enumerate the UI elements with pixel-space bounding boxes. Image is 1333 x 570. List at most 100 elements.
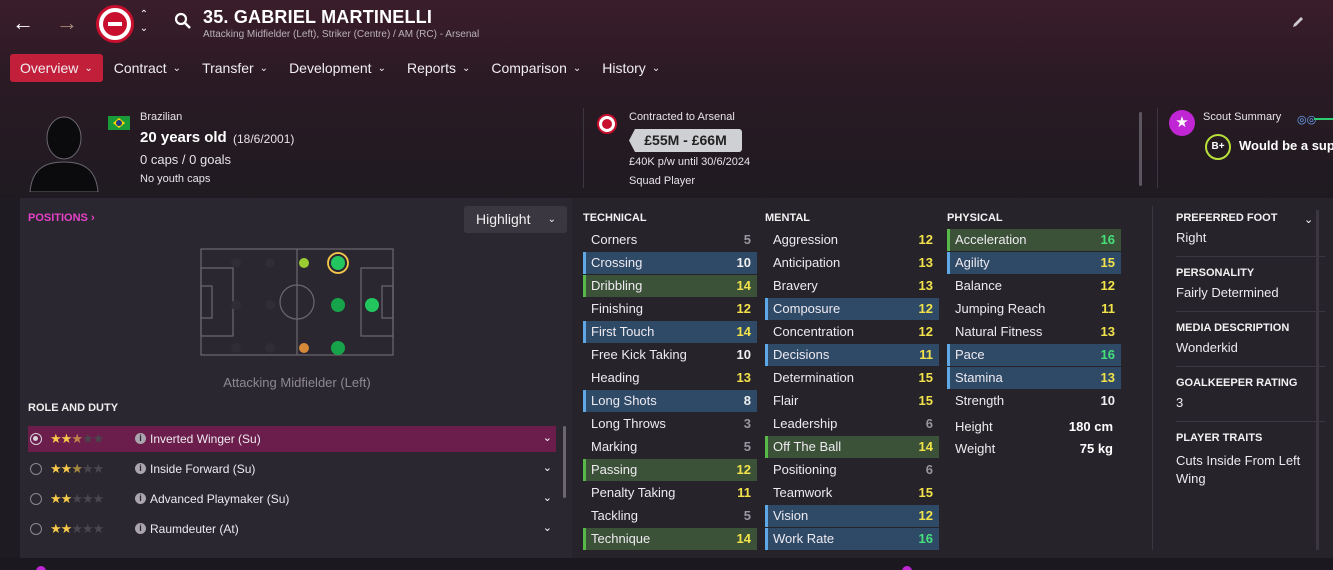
attribute-row[interactable]: Balance 12 bbox=[947, 275, 1121, 297]
attribute-value: 12 bbox=[1100, 278, 1115, 293]
tab-comparison[interactable]: Comparison ⌄ bbox=[481, 54, 591, 82]
club-crest-icon[interactable] bbox=[96, 5, 134, 43]
media-description-heading: MEDIA DESCRIPTION bbox=[1176, 322, 1290, 334]
role-duty-heading: ROLE AND DUTY bbox=[28, 402, 119, 414]
attribute-row[interactable]: Jumping Reach 11 bbox=[947, 298, 1121, 320]
role-row[interactable]: ★★★★★ i Inverted Winger (Su) ⌄ bbox=[28, 426, 556, 452]
role-row[interactable]: ★★★★★ i Advanced Playmaker (Su) ⌄ bbox=[28, 486, 556, 512]
attribute-name: Finishing bbox=[591, 301, 644, 316]
attribute-row[interactable]: Natural Fitness 13 bbox=[947, 321, 1121, 343]
attribute-row[interactable]: Marking 5 bbox=[583, 436, 757, 458]
attribute-row[interactable]: Heading 13 bbox=[583, 367, 757, 389]
attribute-row[interactable]: Passing 12 bbox=[583, 459, 757, 481]
info-icon[interactable]: i bbox=[135, 433, 146, 444]
search-icon[interactable] bbox=[174, 12, 192, 30]
attribute-value: 13 bbox=[918, 278, 933, 293]
attribute-row[interactable]: Long Throws 3 bbox=[583, 413, 757, 435]
role-radio[interactable] bbox=[30, 493, 42, 505]
attribute-value: 13 bbox=[736, 370, 751, 385]
attribute-row[interactable]: Composure 12 bbox=[765, 298, 939, 320]
tab-reports[interactable]: Reports ⌄ bbox=[397, 54, 480, 82]
role-radio[interactable] bbox=[30, 463, 42, 475]
star-badge-icon: ★ bbox=[1169, 110, 1195, 136]
attribute-row[interactable]: Positioning 6 bbox=[765, 459, 939, 481]
role-radio[interactable] bbox=[30, 433, 42, 445]
weight-value: 75 kg bbox=[1079, 441, 1113, 456]
attribute-name: Passing bbox=[591, 462, 638, 477]
attribute-row[interactable]: Strength 10 bbox=[947, 390, 1121, 412]
attribute-name: Dribbling bbox=[591, 278, 643, 293]
attribute-name: Long Throws bbox=[591, 416, 666, 431]
positions-heading[interactable]: POSITIONS › bbox=[28, 212, 95, 224]
attribute-row[interactable]: Acceleration 16 bbox=[947, 229, 1121, 251]
divider bbox=[1176, 256, 1325, 257]
attribute-row[interactable]: Free Kick Taking 10 bbox=[583, 344, 757, 366]
info-icon[interactable]: i bbox=[135, 523, 146, 534]
role-row[interactable]: ★★★★★ i Inside Forward (Su) ⌄ bbox=[28, 456, 556, 482]
attribute-row[interactable]: Concentration 12 bbox=[765, 321, 939, 343]
attribute-row[interactable]: Stamina 13 bbox=[947, 367, 1121, 389]
attribute-row[interactable]: First Touch 14 bbox=[583, 321, 757, 343]
attribute-name: Aggression bbox=[773, 232, 839, 247]
tab-contract[interactable]: Contract ⌄ bbox=[104, 54, 191, 82]
attribute-row[interactable]: Flair 15 bbox=[765, 390, 939, 412]
attribute-row[interactable]: Long Shots 8 bbox=[583, 390, 757, 412]
tab-history[interactable]: History ⌄ bbox=[592, 54, 670, 82]
role-row[interactable]: ★★★★★ i Raumdeuter (At) ⌄ bbox=[28, 516, 556, 542]
attribute-row[interactable]: Determination 15 bbox=[765, 367, 939, 389]
chevron-down-icon[interactable]: ⌄ bbox=[543, 491, 552, 504]
edit-icon[interactable] bbox=[1290, 14, 1306, 30]
attribute-row[interactable]: Vision 12 bbox=[765, 505, 939, 527]
attribute-name: Agility bbox=[955, 255, 990, 270]
transfer-value-tag[interactable]: £55M - £66M bbox=[629, 129, 742, 152]
forward-arrow-icon[interactable]: → bbox=[54, 10, 80, 36]
attribute-row[interactable]: Crossing 10 bbox=[583, 252, 757, 274]
role-scrollbar[interactable] bbox=[563, 426, 566, 498]
highlight-dropdown[interactable]: Highlight ⌄ bbox=[464, 206, 567, 233]
attribute-value: 11 bbox=[737, 485, 751, 500]
chevron-down-icon[interactable]: ⌄ bbox=[1304, 213, 1313, 226]
crest-switch-icon[interactable]: ⌃ ⌄ bbox=[138, 8, 150, 36]
chevron-down-icon[interactable]: ⌄ bbox=[543, 461, 552, 474]
scout-grade-badge: B+ bbox=[1205, 134, 1231, 160]
back-arrow-icon[interactable]: ← bbox=[10, 10, 36, 36]
attribute-name: Determination bbox=[773, 370, 854, 385]
attribute-row[interactable]: Pace 16 bbox=[947, 344, 1121, 366]
details-scrollbar[interactable] bbox=[1316, 210, 1319, 550]
info-icon[interactable]: i bbox=[135, 493, 146, 504]
divider bbox=[1176, 366, 1325, 367]
attribute-name: Balance bbox=[955, 278, 1002, 293]
info-icon[interactable]: i bbox=[135, 463, 146, 474]
attribute-row[interactable]: Anticipation 13 bbox=[765, 252, 939, 274]
attribute-row[interactable]: Decisions 11 bbox=[765, 344, 939, 366]
attribute-value: 10 bbox=[736, 255, 751, 270]
attribute-name: Flair bbox=[773, 393, 799, 408]
chevron-down-icon[interactable]: ⌄ bbox=[543, 521, 552, 534]
attribute-row[interactable]: Penalty Taking 11 bbox=[583, 482, 757, 504]
tab-overview[interactable]: Overview ⌄ bbox=[10, 54, 103, 82]
chevron-down-icon[interactable]: ⌄ bbox=[543, 431, 552, 444]
attribute-row[interactable]: Bravery 13 bbox=[765, 275, 939, 297]
attribute-row[interactable]: Off The Ball 14 bbox=[765, 436, 939, 458]
attribute-name: Off The Ball bbox=[773, 439, 842, 454]
squad-status: Squad Player bbox=[629, 175, 696, 187]
attribute-row[interactable]: Finishing 12 bbox=[583, 298, 757, 320]
attribute-row[interactable]: Tackling 5 bbox=[583, 505, 757, 527]
preferred-foot-heading: PREFERRED FOOT bbox=[1176, 212, 1278, 224]
attribute-value: 14 bbox=[736, 324, 751, 339]
tab-transfer[interactable]: Transfer ⌄ bbox=[192, 54, 278, 82]
attribute-row[interactable]: Agility 15 bbox=[947, 252, 1121, 274]
attribute-row[interactable]: Dribbling 14 bbox=[583, 275, 757, 297]
attribute-value: 10 bbox=[1100, 393, 1115, 408]
attribute-row[interactable]: Corners 5 bbox=[583, 229, 757, 251]
attribute-row[interactable]: Leadership 6 bbox=[765, 413, 939, 435]
attribute-row[interactable]: Teamwork 15 bbox=[765, 482, 939, 504]
role-radio[interactable] bbox=[30, 523, 42, 535]
attribute-row[interactable]: Technique 14 bbox=[583, 528, 757, 550]
scrollbar[interactable] bbox=[1139, 112, 1142, 186]
attribute-row[interactable]: Work Rate 16 bbox=[765, 528, 939, 550]
attribute-row[interactable]: Aggression 12 bbox=[765, 229, 939, 251]
caps-goals: 0 caps / 0 goals bbox=[140, 152, 232, 167]
bottom-indicator bbox=[902, 566, 912, 570]
tab-development[interactable]: Development ⌄ bbox=[279, 54, 396, 82]
